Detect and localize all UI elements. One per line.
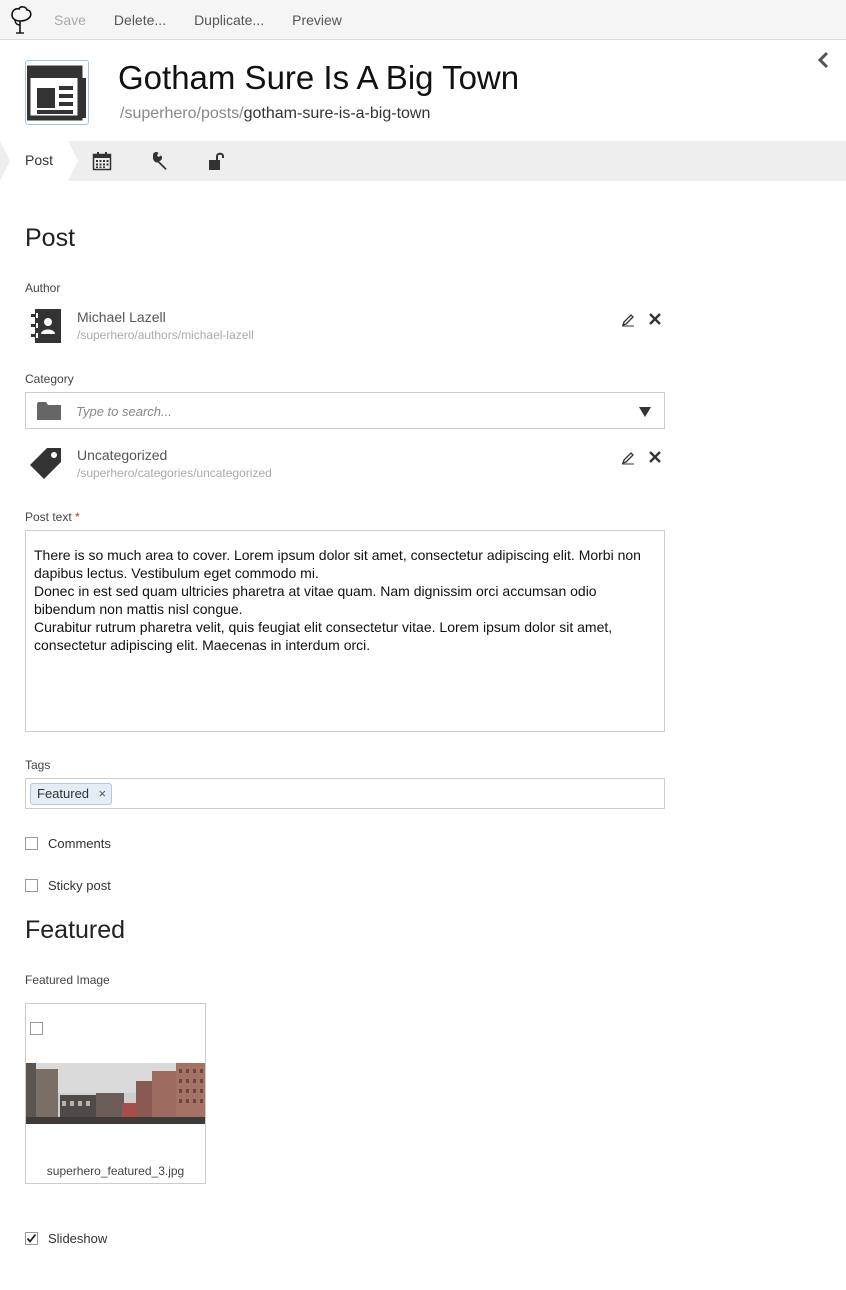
logo-tree-icon[interactable] — [0, 0, 40, 40]
document-path: /superhero/posts/gotham-sure-is-a-big-to… — [120, 105, 430, 123]
slideshow-label: Slideshow — [48, 1230, 108, 1246]
checkmark-icon — [26, 1233, 37, 1243]
top-toolbar: Save Delete... Duplicate... Preview — [0, 0, 846, 40]
calendar-icon[interactable] — [92, 151, 112, 171]
sticky-post-option: Sticky post — [25, 877, 111, 893]
path-slug: gotham-sure-is-a-big-town — [243, 105, 431, 122]
tag-chip: Featured × — [30, 783, 113, 805]
slideshow-checkbox[interactable] — [25, 1231, 38, 1245]
featured-image-label: Featured Image — [25, 973, 110, 987]
folder-icon — [37, 402, 61, 420]
chevron-left-icon[interactable] — [816, 51, 832, 69]
remove-category-close-icon[interactable] — [647, 449, 663, 465]
comments-option: Comments — [25, 835, 111, 851]
dropdown-caret-icon[interactable] — [638, 405, 652, 417]
tab-post-label: Post — [25, 152, 54, 168]
sticky-post-checkbox[interactable] — [25, 878, 38, 892]
slideshow-option: Slideshow — [25, 1230, 107, 1246]
tag-chip-label: Featured — [37, 786, 90, 801]
post-text-label: Post text * — [25, 510, 80, 524]
comments-label: Comments — [48, 835, 111, 851]
post-text-paragraph: There is so much area to cover. Lorem ip… — [34, 547, 641, 581]
post-text-label-text: Post text — [25, 510, 72, 524]
author-label: Author — [25, 281, 61, 295]
wrench-icon[interactable] — [150, 151, 170, 171]
tags-input[interactable]: Featured × — [25, 778, 665, 809]
author-path: /superhero/authors/michael-lazell — [77, 328, 254, 342]
unlock-icon[interactable] — [208, 151, 228, 171]
sticky-post-label: Sticky post — [48, 877, 111, 893]
save-button[interactable]: Save — [40, 0, 100, 40]
author-reference: Michael Lazell /superhero/authors/michae… — [25, 307, 665, 351]
preview-button[interactable]: Preview — [278, 0, 356, 40]
category-name: Uncategorized — [77, 447, 168, 463]
duplicate-button[interactable]: Duplicate... — [180, 0, 278, 40]
post-text-paragraph: Curabitur rutrum pharetra velit, quis fe… — [34, 619, 613, 653]
post-text-editor[interactable]: There is so much area to cover. Lorem ip… — [25, 530, 665, 732]
edit-author-pencil-icon[interactable] — [621, 313, 635, 327]
post-text-paragraph: Donec in est sed quam ultricies pharetra… — [34, 583, 597, 617]
tag-icon — [29, 447, 63, 481]
tag-remove-icon[interactable]: × — [98, 784, 106, 804]
section-title-featured: Featured — [25, 916, 126, 944]
category-search-box — [25, 392, 665, 429]
address-book-icon — [29, 309, 63, 343]
remove-author-close-icon[interactable] — [647, 311, 663, 327]
tab-bar: Post — [0, 141, 846, 181]
document-header: Gotham Sure Is A Big Town /superhero/pos… — [0, 41, 846, 141]
image-select-checkbox[interactable] — [30, 1022, 43, 1035]
tags-label: Tags — [25, 758, 51, 772]
page-title: Gotham Sure Is A Big Town — [118, 59, 520, 96]
required-marker: * — [75, 510, 80, 524]
news-document-icon — [25, 60, 89, 125]
featured-image-thumbnail — [26, 1063, 205, 1124]
author-name: Michael Lazell — [77, 309, 166, 325]
category-label: Category — [25, 372, 74, 386]
category-search-input[interactable] — [76, 401, 616, 421]
delete-button[interactable]: Delete... — [100, 0, 180, 40]
featured-image-filename: superhero_featured_3.jpg — [46, 1164, 185, 1178]
featured-image-card[interactable]: superhero_featured_3.jpg — [25, 1003, 206, 1184]
section-title-post: Post — [25, 224, 76, 252]
path-prefix: /superhero/posts/ — [120, 105, 244, 122]
edit-category-pencil-icon[interactable] — [621, 451, 635, 465]
comments-checkbox[interactable] — [25, 836, 38, 850]
category-reference: Uncategorized /superhero/categories/unca… — [25, 445, 665, 489]
category-path: /superhero/categories/uncategorized — [77, 466, 272, 480]
